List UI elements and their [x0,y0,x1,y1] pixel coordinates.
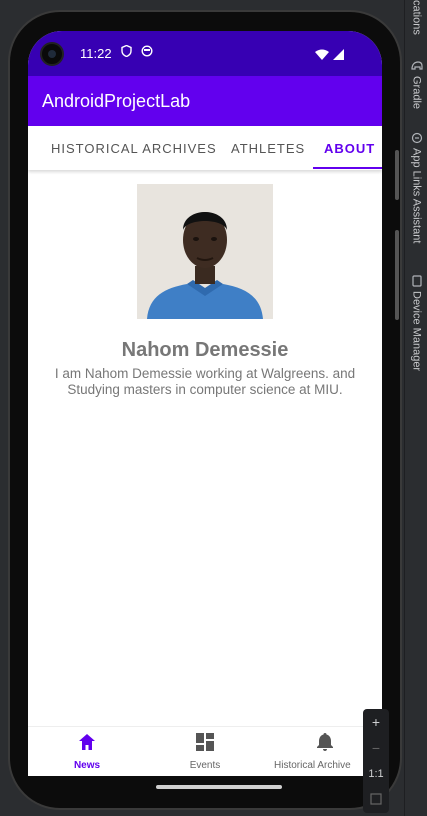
nav-historical-archive-label: Historical Archive [274,760,351,771]
fit-screen-icon [370,792,382,808]
nav-events-label: Events [189,760,221,771]
tool-tab-app-links[interactable]: App Links Assistant [405,132,427,243]
home-icon [77,733,97,756]
zoom-actual-size-button[interactable]: 1:1 [363,761,389,787]
link-icon [411,132,423,144]
tool-tab-device-manager-label: Device Manager [410,291,423,372]
profile-name: Nahom Demessie [121,339,289,361]
zoom-in-button[interactable]: + [363,709,389,735]
elephant-icon [410,60,423,72]
zoom-out-button[interactable]: − [363,735,389,761]
bell-icon [317,733,333,756]
tool-tab-gradle-label: Gradle [410,76,423,110]
status-bar: 11:22 [28,31,382,76]
nav-news[interactable]: News [28,727,146,776]
tool-tab-device-manager[interactable]: Device Manager [405,275,427,371]
tool-tab-notifications-label: cations [410,0,423,35]
tab-athletes[interactable]: ATHLETES [231,141,305,156]
dashboard-icon [196,733,214,756]
profile-photo [137,184,273,319]
device-screen: 11:22 AndroidProjectLab HISTORICAL ARCHI… [28,31,382,776]
bottom-navigation: News Events Historical Archive [28,726,382,776]
tab-indicator [313,167,382,169]
tab-bar: HISTORICAL ARCHIVES ATHLETES ABOUT [28,126,382,170]
shield-icon [121,44,132,60]
wifi-icon [315,47,329,65]
volume-button [395,230,399,320]
tab-about[interactable]: ABOUT [324,141,375,156]
home-indicator[interactable] [156,785,282,789]
zoom-controls: + − 1:1 [363,709,389,813]
nav-news-label: News [73,760,101,771]
status-time: 11:22 [80,46,112,61]
face-icon [141,45,153,60]
nav-events[interactable]: Events [146,727,264,776]
camera-cutout [40,42,64,66]
power-button [395,150,399,200]
tool-tab-notifications[interactable]: cations [405,0,427,35]
tool-tab-app-links-label: App Links Assistant [410,148,423,244]
signal-icon [333,47,344,65]
device-icon [411,275,423,287]
tool-tab-gradle[interactable]: Gradle [405,60,427,109]
profile-description: I am Nahom Demessie working at Walgreens… [54,366,356,397]
system-icons [315,47,344,65]
zoom-fit-button[interactable] [363,787,389,813]
app-title: AndroidProjectLab [42,91,191,111]
tab-historical-archives[interactable]: HISTORICAL ARCHIVES [51,141,217,156]
app-bar: AndroidProjectLab [28,76,382,126]
ide-tool-strip: cations Gradle App Links Assistant Devic… [404,0,427,816]
